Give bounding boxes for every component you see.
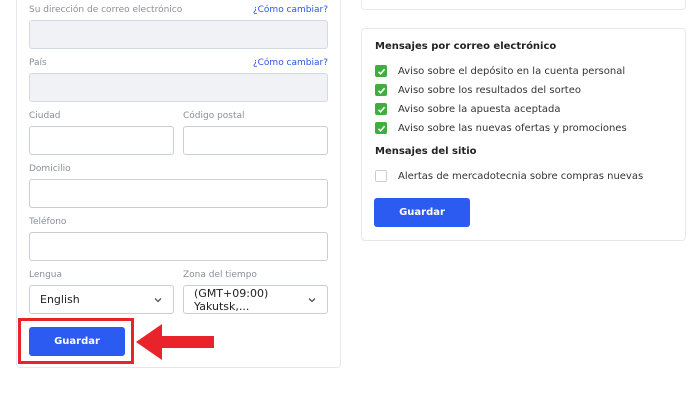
checkmark-icon [377, 125, 385, 132]
chevron-down-icon [154, 298, 162, 303]
checkmark-icon [377, 87, 385, 94]
checkmark-icon [377, 68, 385, 75]
checkbox-unchecked[interactable] [375, 170, 387, 182]
phone-field[interactable] [29, 232, 328, 261]
email-change-link[interactable]: ¿Cómo cambiar? [253, 5, 328, 15]
postal-code-label: Código postal [183, 111, 245, 121]
notification-option[interactable]: Aviso sobre la apuesta aceptada [375, 103, 561, 115]
notification-option[interactable]: Aviso sobre los resultados del sorteo [375, 84, 581, 96]
red-arrow-icon [136, 324, 214, 360]
timezone-select[interactable]: (GMT+09:00) Yakutsk,... [183, 285, 328, 314]
notification-option[interactable]: Aviso sobre el depósito en la cuenta per… [375, 65, 625, 77]
notifications-save-button[interactable]: Guardar [374, 198, 470, 227]
address-label: Domicilio [29, 164, 71, 174]
option-label: Alertas de mercadotecnia sobre compras n… [398, 170, 644, 182]
address-field[interactable] [29, 179, 328, 208]
language-select[interactable]: English [29, 285, 174, 314]
postal-code-field[interactable] [183, 126, 328, 155]
email-messages-title: Mensajes por correo electrónico [375, 41, 557, 52]
country-change-link[interactable]: ¿Cómo cambiar? [253, 58, 328, 68]
site-messages-title: Mensajes del sitio [375, 146, 477, 157]
chevron-down-icon [308, 298, 316, 303]
email-label: Su dirección de correo electrónico [29, 5, 183, 15]
checkmark-icon [377, 106, 385, 113]
city-field[interactable] [29, 126, 174, 155]
language-label: Lengua [29, 270, 63, 280]
notification-option[interactable]: Alertas de mercadotecnia sobre compras n… [375, 170, 643, 182]
option-label: Aviso sobre la apuesta aceptada [398, 103, 561, 115]
option-label: Aviso sobre el depósito en la cuenta per… [398, 65, 626, 77]
country-field[interactable] [29, 73, 328, 102]
country-label: País [29, 58, 47, 68]
checkbox-checked[interactable] [375, 103, 387, 115]
option-label: Aviso sobre los resultados del sorteo [398, 84, 582, 96]
option-label: Aviso sobre las nuevas ofertas y promoci… [398, 122, 627, 134]
city-label: Ciudad [29, 111, 61, 121]
checkbox-checked[interactable] [375, 122, 387, 134]
checkbox-checked[interactable] [375, 65, 387, 77]
checkbox-checked[interactable] [375, 84, 387, 96]
language-selected-value: English [40, 293, 80, 306]
save-button[interactable]: Guardar [29, 327, 125, 356]
timezone-label: Zona del tiempo [183, 270, 257, 280]
top-right-card [361, 0, 686, 10]
notification-option[interactable]: Aviso sobre las nuevas ofertas y promoci… [375, 122, 627, 134]
email-field[interactable] [29, 20, 328, 49]
phone-label: Teléfono [29, 217, 67, 227]
